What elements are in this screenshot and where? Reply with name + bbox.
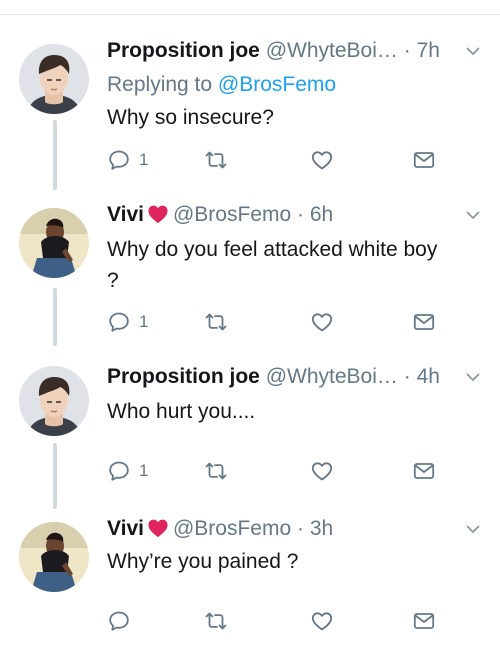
caret-down-icon[interactable] <box>466 524 480 534</box>
caret-down-icon[interactable] <box>466 210 480 220</box>
retweet-icon <box>204 459 228 483</box>
avatar[interactable] <box>19 522 89 592</box>
retweet-icon <box>204 148 228 172</box>
display-name[interactable]: Proposition joe <box>107 365 260 388</box>
tweet-text: Why so insecure? <box>107 106 274 129</box>
user-handle[interactable]: @WhyteBoi… <box>266 365 398 388</box>
tweet-text: Why do you feel attacked white boy ? <box>107 238 438 292</box>
caret-down-icon[interactable] <box>466 46 480 56</box>
reply-icon <box>107 609 131 633</box>
tweet-actions: 1 <box>107 147 437 173</box>
replying-to-label: Replying to <box>107 73 213 96</box>
like-icon <box>310 609 334 633</box>
display-name[interactable]: Proposition joe <box>107 39 260 62</box>
thread-line <box>53 120 57 190</box>
reply-button[interactable]: 1 <box>107 458 148 484</box>
like-button[interactable] <box>310 147 334 173</box>
reply-icon <box>107 310 131 334</box>
like-button[interactable] <box>310 458 334 484</box>
avatar-image <box>19 208 89 278</box>
tweet-actions: 1 <box>107 458 437 484</box>
share-mail-icon <box>412 459 436 483</box>
reply-button[interactable]: 1 <box>107 309 148 335</box>
share-button[interactable] <box>412 458 436 484</box>
replying-to: Replying to @BrosFemo <box>107 72 336 98</box>
share-button[interactable] <box>412 309 436 335</box>
timestamp[interactable]: 7h <box>417 39 440 62</box>
reply-button[interactable] <box>107 608 139 634</box>
tweet-text: Why’re you pained ? <box>107 550 299 573</box>
top-divider <box>0 14 500 15</box>
user-handle[interactable]: @WhyteBoi… <box>266 39 398 62</box>
caret-down-icon[interactable] <box>466 372 480 382</box>
thread-line <box>53 288 57 346</box>
like-icon <box>310 148 334 172</box>
tweet-text: Who hurt you.... <box>107 400 256 423</box>
timestamp[interactable]: 6h <box>310 203 333 226</box>
thread-line <box>53 443 57 509</box>
retweet-button[interactable] <box>204 309 228 335</box>
mention-link[interactable]: @BrosFemo <box>218 73 336 96</box>
avatar[interactable] <box>19 44 89 114</box>
avatar-image <box>19 44 89 114</box>
share-button[interactable] <box>412 147 436 173</box>
timestamp[interactable]: 4h <box>417 365 440 388</box>
reply-icon <box>107 459 131 483</box>
tweet-header: Vivi @BrosFemo · 6h <box>107 202 464 228</box>
tweet-header: Vivi @BrosFemo · 3h <box>107 516 464 542</box>
display-name[interactable]: Vivi <box>107 203 144 226</box>
reply-count: 1 <box>139 312 149 331</box>
separator-dot: · <box>403 39 411 62</box>
heart-emoji-icon <box>148 519 168 538</box>
like-button[interactable] <box>310 608 334 634</box>
separator-dot: · <box>403 365 411 388</box>
reply-count: 1 <box>139 150 149 169</box>
avatar[interactable] <box>19 366 89 436</box>
separator-dot: · <box>297 203 305 226</box>
tweet-header: Proposition joe @WhyteBoi… · 7h <box>107 38 464 64</box>
share-mail-icon <box>412 148 436 172</box>
heart-emoji-icon <box>148 205 168 224</box>
user-handle[interactable]: @BrosFemo <box>173 517 291 540</box>
avatar-image <box>19 366 89 436</box>
share-button[interactable] <box>412 608 436 634</box>
retweet-button[interactable] <box>204 458 228 484</box>
share-mail-icon <box>412 609 436 633</box>
like-icon <box>310 459 334 483</box>
display-name[interactable]: Vivi <box>107 517 144 540</box>
timestamp[interactable]: 3h <box>310 517 333 540</box>
retweet-button[interactable] <box>204 608 228 634</box>
user-handle[interactable]: @BrosFemo <box>173 203 291 226</box>
tweet-header: Proposition joe @WhyteBoi… · 4h <box>107 364 464 390</box>
retweet-icon <box>204 609 228 633</box>
separator-dot: · <box>297 517 305 540</box>
avatar[interactable] <box>19 208 89 278</box>
reply-button[interactable]: 1 <box>107 147 148 173</box>
retweet-button[interactable] <box>204 147 228 173</box>
like-button[interactable] <box>310 309 334 335</box>
avatar-image <box>19 522 89 592</box>
tweet-actions: 1 <box>107 309 437 335</box>
reply-icon <box>107 148 131 172</box>
retweet-icon <box>204 310 228 334</box>
share-mail-icon <box>412 310 436 334</box>
reply-count: 1 <box>139 461 149 480</box>
like-icon <box>310 310 334 334</box>
tweet-actions <box>107 608 437 634</box>
